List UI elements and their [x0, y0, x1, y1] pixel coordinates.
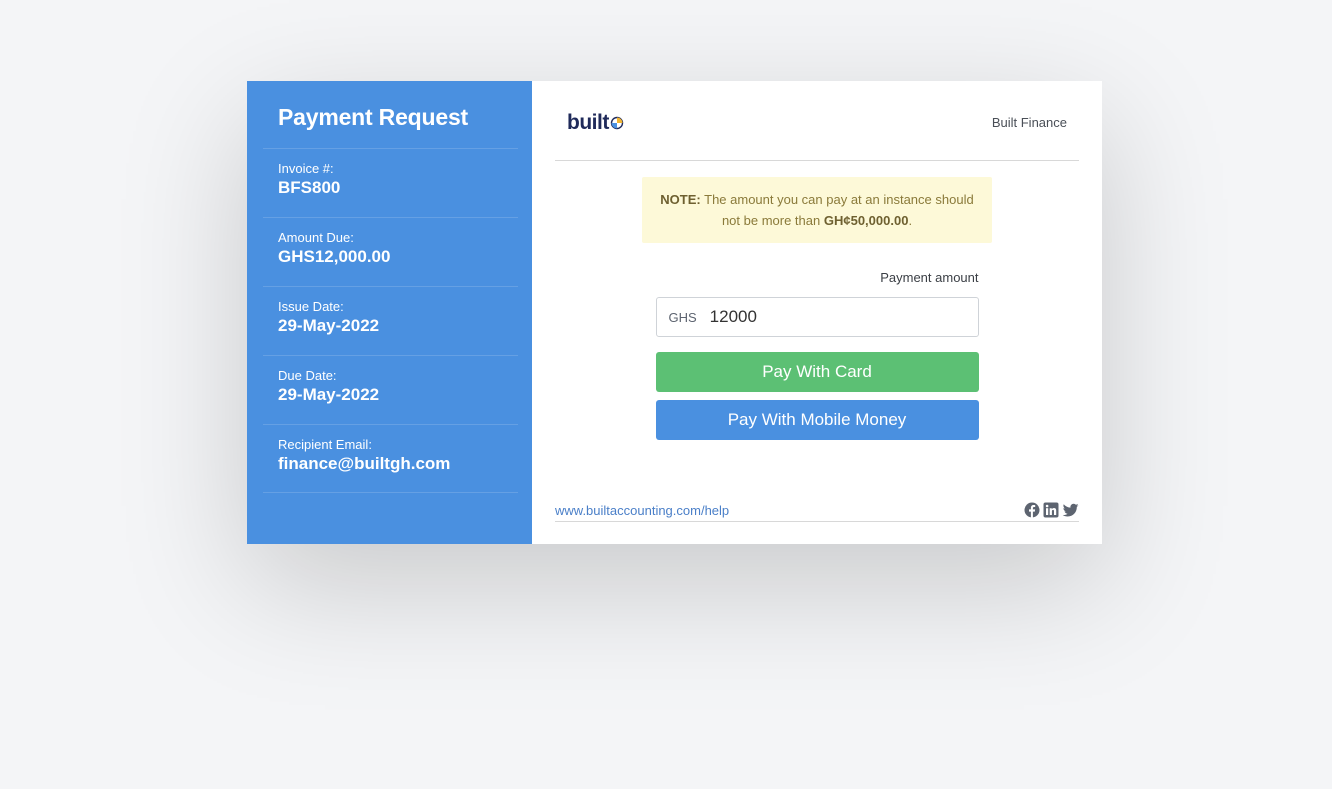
panel-footer: www.builtaccounting.com/help: [555, 501, 1079, 522]
currency-prefix: GHS: [668, 309, 697, 325]
info-label: Amount Due:: [278, 230, 354, 245]
amount-input[interactable]: [707, 306, 952, 328]
facebook-icon[interactable]: [1024, 502, 1040, 518]
payment-card: Payment Request Invoice #: BFS800 Amount…: [247, 81, 1102, 544]
page-title: Payment Request: [278, 104, 469, 130]
social-links: [1024, 502, 1079, 518]
note-suffix: .: [908, 213, 913, 228]
amount-label: Payment amount: [880, 270, 979, 285]
info-value: GHS12,000.00: [278, 247, 391, 266]
linkedin-icon[interactable]: [1043, 502, 1059, 518]
info-label: Invoice #:: [278, 161, 334, 176]
amount-field[interactable]: GHS: [655, 297, 979, 337]
due-date-item: Due Date: 29-May-2022: [263, 355, 518, 424]
logo-text: built: [567, 110, 609, 134]
issue-date-item: Issue Date: 29-May-2022: [263, 286, 518, 355]
pay-with-mobile-money-button[interactable]: Pay With Mobile Money: [655, 400, 979, 440]
payment-panel: built Built Finance NOTE: The amount you…: [532, 81, 1102, 544]
invoice-sidebar: Payment Request Invoice #: BFS800 Amount…: [247, 81, 532, 544]
note-limit: GH¢50,000.00: [823, 213, 909, 228]
help-link[interactable]: www.builtaccounting.com/help: [555, 503, 729, 518]
invoice-number-item: Invoice #: BFS800: [263, 148, 518, 217]
info-label: Recipient Email:: [278, 437, 372, 452]
info-value: 29-May-2022: [278, 316, 380, 335]
recipient-email-item: Recipient Email: finance@builtgh.com: [263, 424, 518, 493]
info-value: 29-May-2022: [278, 385, 380, 404]
built-logo: built: [567, 111, 624, 135]
amount-due-item: Amount Due: GHS12,000.00: [263, 217, 518, 286]
info-label: Due Date:: [278, 368, 337, 383]
company-name: Built Finance: [991, 115, 1067, 130]
logo-mark-icon: [610, 116, 624, 129]
payment-limit-note: NOTE: The amount you can pay at an insta…: [642, 177, 992, 243]
info-label: Issue Date:: [278, 299, 344, 314]
panel-header: built Built Finance: [555, 81, 1079, 161]
pay-with-card-button[interactable]: Pay With Card: [655, 352, 979, 392]
twitter-icon[interactable]: [1062, 502, 1079, 518]
info-value: BFS800: [278, 178, 341, 197]
payment-form: Payment amount GHS Pay With Card Pay Wit…: [655, 270, 979, 440]
note-prefix: NOTE:: [660, 192, 701, 207]
info-value: finance@builtgh.com: [278, 454, 451, 473]
